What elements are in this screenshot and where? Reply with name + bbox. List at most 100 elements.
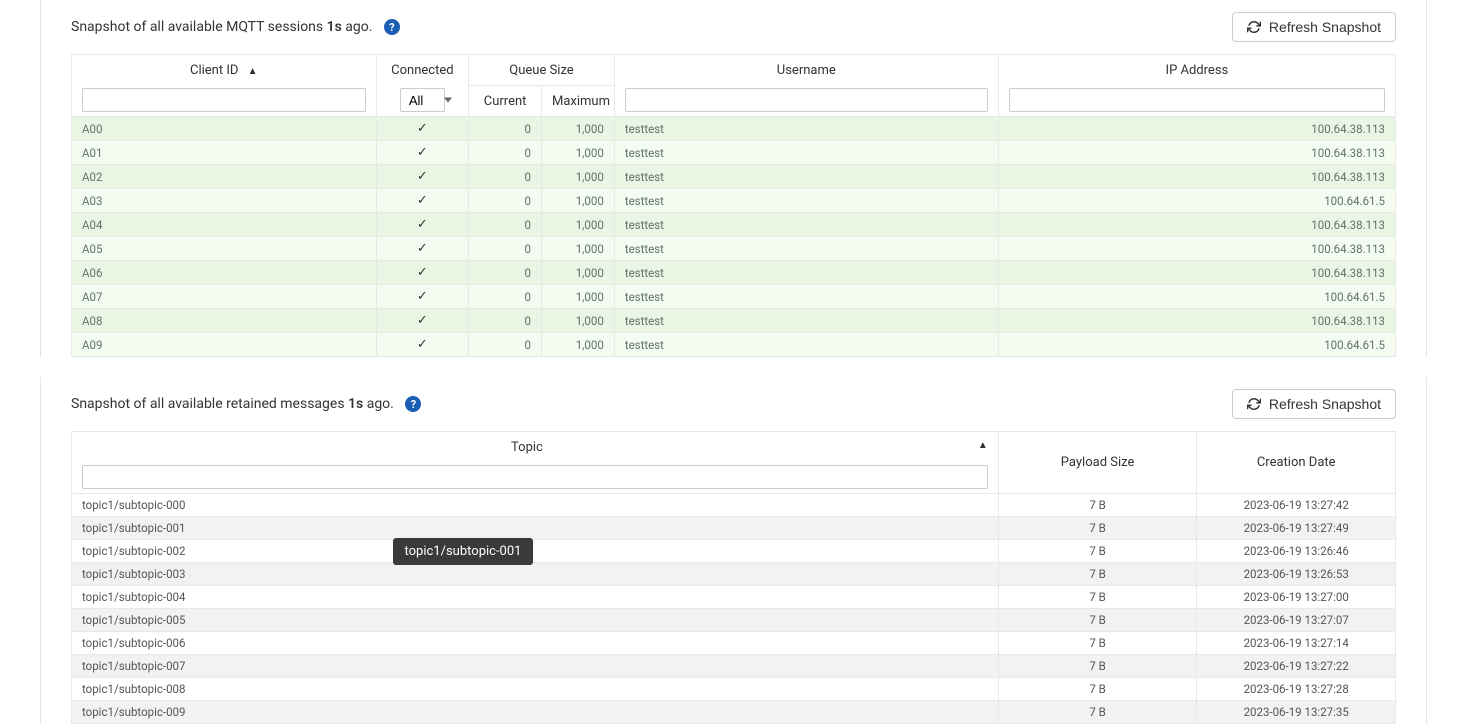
check-icon: ✓	[417, 145, 428, 160]
table-row[interactable]: A02✓01,000testtest100.64.38.113	[72, 165, 1396, 189]
check-icon: ✓	[417, 289, 428, 304]
cell-client-id: A05	[72, 237, 377, 261]
table-row[interactable]: topic1/subtopic-0047 B2023-06-19 13:27:0…	[72, 586, 1396, 609]
cell-client-id: A07	[72, 285, 377, 309]
cell-current: 0	[469, 333, 542, 357]
retained-snapshot-text: Snapshot of all available retained messa…	[71, 396, 421, 413]
table-row[interactable]: A08✓01,000testtest100.64.38.113	[72, 309, 1396, 333]
cell-ip: 100.64.38.113	[998, 165, 1395, 189]
table-row[interactable]: topic1/subtopic-0097 B2023-06-19 13:27:3…	[72, 701, 1396, 724]
table-row[interactable]: topic1/subtopic-0027 B2023-06-19 13:26:4…	[72, 540, 1396, 563]
username-filter-input[interactable]	[625, 88, 988, 112]
sessions-age: 1s	[327, 19, 342, 35]
col-queue-size[interactable]: Queue Size	[469, 55, 615, 86]
cell-current: 0	[469, 213, 542, 237]
cell-client-id: A01	[72, 141, 377, 165]
col-connected[interactable]: Connected All	[376, 55, 469, 117]
cell-maximum: 1,000	[542, 141, 615, 165]
cell-maximum: 1,000	[542, 309, 615, 333]
cell-topic: topic1/subtopic-000	[72, 494, 999, 517]
cell-maximum: 1,000	[542, 165, 615, 189]
refresh-snapshot-button[interactable]: Refresh Snapshot	[1232, 12, 1396, 42]
cell-client-id: A06	[72, 261, 377, 285]
table-row[interactable]: topic1/subtopic-0017 B2023-06-19 13:27:4…	[72, 517, 1396, 540]
cell-connected: ✓	[376, 333, 469, 357]
check-icon: ✓	[417, 313, 428, 328]
col-ip[interactable]: IP Address	[998, 55, 1395, 117]
connected-filter-select[interactable]: All	[400, 88, 445, 112]
table-row[interactable]: topic1/subtopic-0067 B2023-06-19 13:27:1…	[72, 632, 1396, 655]
table-row[interactable]: A09✓01,000testtest100.64.61.5	[72, 333, 1396, 357]
col-payload-size[interactable]: Payload Size	[998, 432, 1197, 494]
table-row[interactable]: topic1/subtopic-0007 B2023-06-19 13:27:4…	[72, 494, 1396, 517]
table-row[interactable]: topic1/subtopic-0077 B2023-06-19 13:27:2…	[72, 655, 1396, 678]
cell-connected: ✓	[376, 285, 469, 309]
ip-filter-input[interactable]	[1009, 88, 1385, 112]
cell-topic: topic1/subtopic-009	[72, 701, 999, 724]
cell-connected: ✓	[376, 309, 469, 333]
sort-asc-icon: ▲	[248, 66, 258, 77]
sessions-text-suffix: ago.	[342, 19, 373, 35]
cell-ip: 100.64.61.5	[998, 189, 1395, 213]
cell-payload-size: 7 B	[998, 517, 1197, 540]
col-maximum[interactable]: Maximum	[542, 86, 615, 117]
cell-connected: ✓	[376, 141, 469, 165]
help-icon[interactable]: ?	[384, 19, 400, 35]
sessions-snapshot-text: Snapshot of all available MQTT sessions …	[71, 19, 400, 36]
cell-connected: ✓	[376, 117, 469, 141]
table-row[interactable]: A05✓01,000testtest100.64.38.113	[72, 237, 1396, 261]
refresh-snapshot-button[interactable]: Refresh Snapshot	[1232, 389, 1396, 419]
payload-size-label: Payload Size	[1061, 455, 1135, 470]
table-row[interactable]: A04✓01,000testtest100.64.38.113	[72, 213, 1396, 237]
table-row[interactable]: topic1/subtopic-0057 B2023-06-19 13:27:0…	[72, 609, 1396, 632]
cell-client-id: A04	[72, 213, 377, 237]
retained-panel-header: Snapshot of all available retained messa…	[71, 389, 1396, 419]
topic-label: Topic	[511, 440, 543, 455]
cell-username: testtest	[614, 189, 998, 213]
cell-username: testtest	[614, 285, 998, 309]
cell-ip: 100.64.38.113	[998, 141, 1395, 165]
col-creation-date[interactable]: Creation Date	[1197, 432, 1396, 494]
cell-creation-date: 2023-06-19 13:27:22	[1197, 655, 1396, 678]
check-icon: ✓	[417, 193, 428, 208]
col-topic[interactable]: Topic ▲	[72, 432, 999, 494]
topic-filter-input[interactable]	[82, 465, 988, 489]
col-client-id[interactable]: Client ID ▲	[72, 55, 377, 117]
client-id-filter-input[interactable]	[82, 88, 366, 112]
cell-topic: topic1/subtopic-004	[72, 586, 999, 609]
cell-payload-size: 7 B	[998, 540, 1197, 563]
check-icon: ✓	[417, 121, 428, 136]
cell-creation-date: 2023-06-19 13:27:07	[1197, 609, 1396, 632]
table-row[interactable]: A06✓01,000testtest100.64.38.113	[72, 261, 1396, 285]
sort-asc-icon: ▲	[978, 440, 988, 451]
sessions-panel-header: Snapshot of all available MQTT sessions …	[71, 12, 1396, 42]
cell-payload-size: 7 B	[998, 609, 1197, 632]
retained-age: 1s	[348, 396, 363, 412]
retained-panel: Snapshot of all available retained messa…	[40, 377, 1427, 724]
cell-ip: 100.64.61.5	[998, 285, 1395, 309]
col-username[interactable]: Username	[614, 55, 998, 117]
help-icon[interactable]: ?	[405, 396, 421, 412]
table-row[interactable]: topic1/subtopic-0037 B2023-06-19 13:26:5…	[72, 563, 1396, 586]
sessions-text-prefix: Snapshot of all available MQTT sessions	[71, 19, 327, 35]
username-label: Username	[625, 59, 988, 82]
cell-client-id: A00	[72, 117, 377, 141]
cell-client-id: A08	[72, 309, 377, 333]
check-icon: ✓	[417, 265, 428, 280]
cell-topic: topic1/subtopic-003	[72, 563, 999, 586]
col-current[interactable]: Current	[469, 86, 542, 117]
ip-label: IP Address	[1009, 59, 1385, 82]
retained-text-prefix: Snapshot of all available retained messa…	[71, 396, 348, 412]
check-icon: ✓	[417, 337, 428, 352]
cell-connected: ✓	[376, 165, 469, 189]
table-row[interactable]: A03✓01,000testtest100.64.61.5	[72, 189, 1396, 213]
table-row[interactable]: A01✓01,000testtest100.64.38.113	[72, 141, 1396, 165]
cell-connected: ✓	[376, 213, 469, 237]
check-icon: ✓	[417, 217, 428, 232]
current-label: Current	[484, 94, 527, 109]
cell-payload-size: 7 B	[998, 701, 1197, 724]
table-row[interactable]: A07✓01,000testtest100.64.61.5	[72, 285, 1396, 309]
cell-current: 0	[469, 309, 542, 333]
retained-text-suffix: ago.	[363, 396, 394, 412]
table-row[interactable]: A00✓01,000testtest100.64.38.113	[72, 117, 1396, 141]
